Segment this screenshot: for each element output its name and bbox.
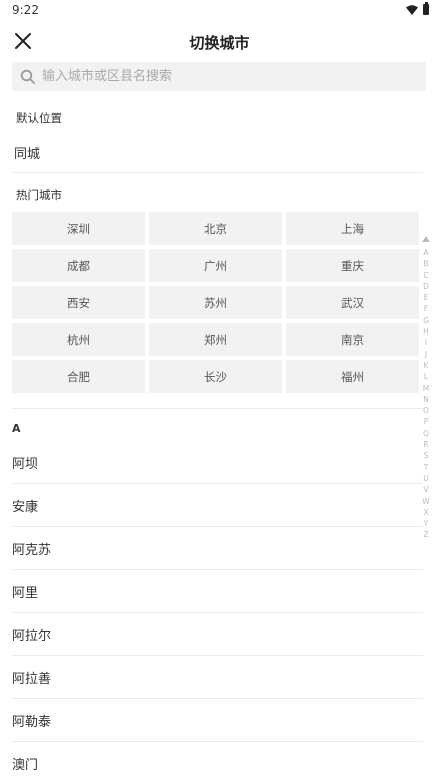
status-bar: 9:22 (0, 0, 439, 22)
hot-city-cell[interactable]: 合肥 (12, 360, 145, 393)
index-letter[interactable]: J (425, 349, 427, 360)
hot-city-cell[interactable]: 深圳 (12, 212, 145, 245)
index-letter[interactable]: Q (423, 428, 429, 439)
hot-city-cell[interactable]: 重庆 (286, 249, 419, 282)
index-letter[interactable]: R (423, 439, 428, 450)
index-letter[interactable]: Y (424, 518, 429, 529)
status-time: 9:22 (12, 3, 39, 17)
hot-city-cell[interactable]: 南京 (286, 323, 419, 356)
hot-city-cell[interactable]: 上海 (286, 212, 419, 245)
page-title: 切换城市 (189, 34, 250, 52)
search-input[interactable] (42, 69, 402, 84)
index-letter[interactable]: A (423, 247, 428, 258)
hot-city-cell[interactable]: 武汉 (286, 286, 419, 319)
index-letter[interactable]: W (422, 496, 429, 507)
index-letter[interactable]: D (423, 281, 429, 292)
index-letter[interactable]: G (423, 315, 429, 326)
wifi-icon (406, 4, 418, 15)
hot-city-cell[interactable]: 杭州 (12, 323, 145, 356)
index-letter[interactable]: V (423, 484, 428, 495)
hot-city-cell[interactable]: 西安 (12, 286, 145, 319)
hot-city-cell[interactable]: 福州 (286, 360, 419, 393)
hot-city-cell[interactable]: 长沙 (149, 360, 282, 393)
search-box[interactable] (12, 62, 426, 91)
divider (12, 408, 423, 409)
nav-bar: 切换城市 (0, 22, 439, 60)
status-icons (406, 2, 429, 15)
index-letter[interactable]: B (423, 258, 428, 269)
hot-city-cell[interactable]: 郑州 (149, 323, 282, 356)
hot-city-cell[interactable]: 成都 (12, 249, 145, 282)
default-location-label: 默认位置 (16, 111, 62, 125)
index-letter[interactable]: E (424, 292, 429, 303)
index-letter[interactable]: L (424, 371, 428, 382)
index-letter[interactable]: T (424, 462, 429, 473)
index-letter[interactable]: O (423, 405, 429, 416)
index-letter[interactable]: F (424, 303, 428, 314)
city-list-item[interactable]: 阿里 (12, 570, 423, 613)
city-list-item[interactable]: 阿克苏 (12, 527, 423, 570)
index-letter[interactable]: Z (423, 529, 428, 540)
index-letter[interactable]: K (424, 360, 429, 371)
index-letter[interactable]: U (423, 473, 429, 484)
city-list-item[interactable]: 安康 (12, 484, 423, 527)
hot-cities-label: 热门城市 (16, 188, 62, 202)
city-list-item[interactable]: 阿坝 (12, 441, 423, 484)
city-list-item[interactable]: 阿拉善 (12, 656, 423, 699)
search-icon (20, 69, 35, 84)
index-letter[interactable]: P (424, 416, 429, 427)
index-letter[interactable]: X (423, 507, 428, 518)
divider (12, 172, 423, 173)
index-letter[interactable]: M (423, 383, 429, 394)
index-letter[interactable]: S (424, 450, 429, 461)
index-letter[interactable]: I (425, 337, 427, 348)
hot-cities-grid: 深圳 北京 上海 成都 广州 重庆 西安 苏州 武汉 杭州 郑州 南京 合肥 长… (12, 212, 419, 393)
index-letter[interactable]: C (423, 270, 428, 281)
hot-city-cell[interactable]: 广州 (149, 249, 282, 282)
city-list: 阿坝 安康 阿克苏 阿里 阿拉尔 阿拉善 阿勒泰 澳门 (12, 441, 423, 782)
city-list-item[interactable]: 阿拉尔 (12, 613, 423, 656)
index-letter[interactable]: N (423, 394, 429, 405)
alphabet-index-bar[interactable]: A B C D E F G H I J K L M N O P Q R S T … (419, 236, 433, 541)
index-top-arrow-icon[interactable] (422, 236, 430, 242)
default-city-item[interactable]: 同城 (14, 143, 40, 162)
hot-city-cell[interactable]: 北京 (149, 212, 282, 245)
index-letter[interactable]: H (423, 326, 429, 337)
hot-city-cell[interactable]: 苏州 (149, 286, 282, 319)
city-list-item[interactable]: 阿勒泰 (12, 699, 423, 742)
battery-icon (423, 2, 429, 15)
city-list-item[interactable]: 澳门 (12, 742, 423, 782)
letter-section-header: A (12, 422, 21, 435)
